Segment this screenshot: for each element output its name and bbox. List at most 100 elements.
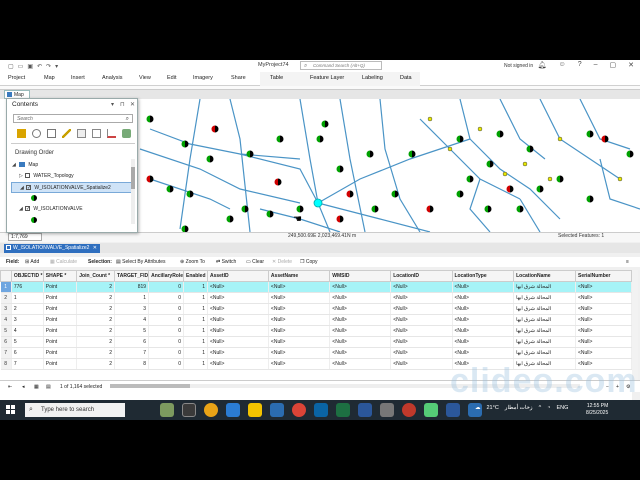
table-cell[interactable]: 5 bbox=[114, 325, 150, 337]
junction-point[interactable] bbox=[477, 126, 483, 132]
visibility-checkbox[interactable]: ✓ bbox=[25, 206, 30, 212]
valve-point[interactable] bbox=[366, 150, 374, 158]
table-cell[interactable]: <Null> bbox=[390, 314, 453, 326]
valve-point[interactable] bbox=[296, 205, 304, 213]
table-cell[interactable]: المحالة شرق ابها bbox=[513, 325, 576, 337]
table-cell[interactable]: <Null> bbox=[452, 336, 515, 348]
table-cell[interactable]: <Null> bbox=[452, 314, 515, 326]
table-cell[interactable]: المحالة شرق ابها bbox=[513, 347, 576, 359]
table-cell[interactable]: 0 bbox=[148, 314, 185, 326]
tab-view[interactable]: View bbox=[139, 75, 151, 81]
maximize-icon[interactable]: ▢ bbox=[610, 61, 617, 69]
editing-icon[interactable] bbox=[62, 129, 71, 138]
valve-point[interactable] bbox=[408, 150, 416, 158]
table-cell[interactable]: 2 bbox=[76, 358, 116, 370]
table-cell[interactable]: 2 bbox=[76, 303, 116, 315]
tab-edit[interactable]: Edit bbox=[167, 75, 176, 81]
table-cell[interactable]: <Null> bbox=[390, 336, 453, 348]
table-cell[interactable]: <Null> bbox=[575, 325, 632, 337]
visibility-checkbox[interactable]: ✓ bbox=[26, 185, 31, 191]
table-cell[interactable]: 2 bbox=[76, 314, 116, 326]
contents-scrollbar[interactable] bbox=[131, 159, 135, 224]
tab-project[interactable]: Project bbox=[8, 75, 25, 81]
layer-item-map[interactable]: ◢ Map bbox=[11, 160, 135, 171]
copy-button[interactable]: ❐ Copy bbox=[300, 259, 318, 265]
table-cell[interactable]: <Null> bbox=[207, 292, 269, 304]
calculate-button[interactable]: ▦ Calculate bbox=[50, 259, 77, 265]
chrome-profile-icon[interactable] bbox=[292, 403, 306, 417]
valve-point[interactable] bbox=[266, 210, 274, 218]
valve-point[interactable] bbox=[486, 160, 494, 168]
column-header[interactable]: SHAPE * bbox=[42, 270, 78, 282]
tab-feature-layer[interactable]: Feature Layer bbox=[310, 75, 344, 81]
redo-icon[interactable]: ↷ bbox=[46, 63, 51, 70]
table-cell[interactable]: <Null> bbox=[329, 347, 392, 359]
table-cell[interactable]: المحالة شرق ابها bbox=[513, 292, 576, 304]
valve-point[interactable] bbox=[466, 175, 474, 183]
valve-point[interactable] bbox=[336, 215, 344, 223]
word-2-icon[interactable] bbox=[446, 403, 460, 417]
weather-icon[interactable]: ☁ bbox=[475, 405, 481, 411]
expand-icon[interactable]: ▷ bbox=[19, 171, 23, 181]
table-cell[interactable]: <Null> bbox=[452, 281, 515, 293]
junction-point[interactable] bbox=[427, 116, 433, 122]
column-header[interactable]: LocationID bbox=[390, 270, 453, 282]
table-cell[interactable]: 8 bbox=[114, 358, 150, 370]
column-header[interactable]: AssetName bbox=[267, 270, 331, 282]
sign-in-status[interactable]: Not signed in bbox=[504, 63, 533, 69]
valve-point[interactable] bbox=[484, 205, 492, 213]
column-header[interactable]: WMSID bbox=[329, 270, 392, 282]
column-header[interactable]: AssetID bbox=[206, 270, 269, 282]
table-cell[interactable]: <Null> bbox=[329, 314, 392, 326]
table-cell[interactable]: <Null> bbox=[390, 303, 453, 315]
valve-point[interactable] bbox=[316, 135, 324, 143]
expand-icon[interactable]: ◢ bbox=[12, 160, 16, 170]
table-cell[interactable]: المحالة شرق ابها bbox=[513, 336, 576, 348]
chrome-icon[interactable] bbox=[204, 403, 218, 417]
table-cell[interactable]: 0 bbox=[148, 303, 185, 315]
row-number[interactable]: 8 bbox=[0, 358, 12, 370]
tab-map[interactable]: Map bbox=[44, 75, 55, 81]
tab-data[interactable]: Data bbox=[400, 75, 412, 81]
excel-icon[interactable] bbox=[336, 403, 350, 417]
table-cell[interactable]: المحالة شرق ابها bbox=[513, 281, 576, 293]
table-cell[interactable]: <Null> bbox=[452, 292, 515, 304]
row-number[interactable]: 1 bbox=[0, 281, 12, 293]
layer-item-water-topology[interactable]: ▷ WATER_Topology bbox=[11, 171, 135, 182]
map-scale-input[interactable]: 1:7,769 bbox=[8, 233, 42, 241]
file-explorer-icon[interactable] bbox=[248, 403, 262, 417]
junction-point[interactable] bbox=[557, 136, 563, 142]
zoom-to-button[interactable]: ⊕ Zoom To bbox=[180, 259, 205, 265]
table-row[interactable]: 6 5 Point 2 6 0 1 <Null> <Null> <Null> <Null> <Null… bbox=[0, 336, 632, 348]
switch-selection-button[interactable]: ⇄ Switch bbox=[216, 259, 236, 265]
snapping-icon[interactable] bbox=[77, 129, 86, 138]
table-cell[interactable]: 2 bbox=[11, 303, 44, 315]
table-cell[interactable]: 3 bbox=[114, 303, 150, 315]
table-cell[interactable]: <Null> bbox=[390, 292, 453, 304]
arcgis-pro-icon[interactable] bbox=[270, 403, 284, 417]
valve-point[interactable] bbox=[246, 150, 254, 158]
column-header[interactable]: SerialNumber bbox=[574, 270, 632, 282]
visibility-checkbox[interactable] bbox=[25, 173, 30, 179]
table-cell[interactable]: <Null> bbox=[390, 325, 453, 337]
clear-selection-button[interactable]: ▭ Clear bbox=[246, 259, 264, 265]
table-cell[interactable]: Point bbox=[43, 281, 78, 293]
column-header[interactable]: LocationType bbox=[451, 270, 515, 282]
show-selected-icon[interactable]: ▤ bbox=[46, 384, 51, 390]
row-number[interactable]: 2 bbox=[0, 292, 12, 304]
tab-imagery[interactable]: Imagery bbox=[193, 75, 213, 81]
taskbar-search-input[interactable]: ⌕ Type here to search bbox=[25, 403, 125, 417]
table-cell[interactable]: <Null> bbox=[207, 303, 269, 315]
landscape-app-icon[interactable] bbox=[160, 403, 174, 417]
table-cell[interactable]: 0 bbox=[148, 358, 185, 370]
help-icon[interactable]: ? bbox=[578, 61, 582, 69]
table-cell[interactable]: Point bbox=[43, 292, 78, 304]
add-field-button[interactable]: ⊞ Add bbox=[25, 259, 39, 265]
table-cell[interactable]: <Null> bbox=[268, 336, 331, 348]
column-header[interactable]: LocationName bbox=[513, 270, 576, 282]
column-header[interactable]: OBJECTID * bbox=[10, 270, 44, 282]
minimize-icon[interactable]: – bbox=[594, 61, 598, 69]
column-header[interactable]: TARGET_FID bbox=[114, 270, 150, 282]
table-row[interactable]: 4 3 Point 2 4 0 1 <Null> <Null> <Null> <Null> <Null… bbox=[0, 314, 632, 326]
row-number[interactable]: 7 bbox=[0, 347, 12, 359]
